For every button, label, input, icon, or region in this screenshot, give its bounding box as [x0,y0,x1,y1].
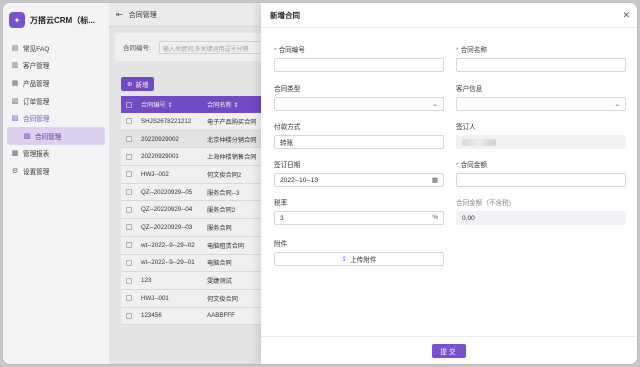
field-label: 附件 [274,241,288,248]
drawer-header: 新增合同 ✕ [261,3,637,28]
field-contract-no: * 合同编号 [274,44,444,72]
product-icon: ▦ [11,79,19,87]
field-amount-ex-tax: 合同金额（不含税) 0.00 [456,197,626,225]
field-contract-type: 合同类型 ⌄ [274,83,444,111]
contract-type-select[interactable]: ⌄ [274,97,444,111]
field-label: 合同金额 [460,162,487,169]
sign-date-value: 2022--10--13 [280,176,319,184]
blurred-name [462,138,496,146]
faq-icon: ▤ [11,44,19,52]
tax-rate-input[interactable]: 3 % [274,211,444,225]
sidebar-subitem-contract-management[interactable]: ▨ 合同管理 [7,126,105,145]
field-label: 合同金额（不含税) [456,200,511,207]
field-label: 合同编号 [278,47,305,54]
customer-info-select[interactable]: ⌄ [456,97,626,111]
chevron-down-icon: ⌄ [432,101,438,108]
field-attachment: 附件 ⇪ 上传附件 [274,238,444,266]
sidebar-item-label: 产品管理 [23,80,50,88]
order-icon: ▧ [11,97,19,105]
upload-icon: ⇪ [341,256,348,263]
field-contract-name: * 合同名称 [456,44,626,72]
sidebar-nav: ▤ 常见FAQ ▥ 客户管理 ▦ 产品管理 ▧ 订单管理 ▨ 合同管理 ▨ 合同… [3,39,109,180]
sidebar-item-label: 管理报表 [23,151,50,159]
settings-icon: ⚙ [11,167,19,175]
sidebar-item-products[interactable]: ▦ 产品管理 [3,74,109,92]
report-icon: ▩ [11,150,19,158]
close-icon[interactable]: ✕ [622,10,630,21]
sidebar: ✦ 万搭云CRM（标... ▤ 常见FAQ ▥ 客户管理 ▦ 产品管理 ▧ 订单… [3,3,109,364]
sidebar-item-label: 合同管理 [23,116,50,124]
sidebar-item-settings[interactable]: ⚙ 设置管理 [3,162,109,180]
contract-no-input[interactable] [274,58,444,72]
brand: ✦ 万搭云CRM（标... [9,11,95,29]
app-name: 万搭云CRM（标... [30,15,95,25]
customer-icon: ▥ [11,62,19,70]
field-tax-rate: 税率 3 % [274,197,444,225]
sign-date-picker[interactable]: 2022--10--13 ▦ [274,173,444,187]
app-window: ✦ 万搭云CRM（标... ▤ 常见FAQ ▥ 客户管理 ▦ 产品管理 ▧ 订单… [2,2,638,365]
submit-button[interactable]: 提交 [432,343,466,358]
payment-method-input[interactable]: 转账 [274,135,444,149]
drawer-footer: 提交 [261,336,637,364]
sidebar-item-label: 客户管理 [23,63,50,71]
sidebar-item-label: 常见FAQ [23,45,50,53]
contract-icon: ▨ [11,115,19,123]
field-label: 付款方式 [274,124,301,131]
field-label: 签订日期 [274,162,301,169]
amount-ex-tax-value: 0.00 [456,211,626,225]
sidebar-item-label: 合同管理 [35,133,62,141]
signer-input[interactable] [456,135,626,149]
sidebar-item-reports[interactable]: ▩ 管理报表 [3,145,109,163]
calendar-icon: ▦ [431,177,438,184]
app-logo-icon: ✦ [9,12,25,28]
chevron-down-icon: ⌄ [614,101,620,108]
upload-attachment-button[interactable]: ⇪ 上传附件 [274,252,444,266]
tax-rate-value: 3 [280,214,284,222]
sidebar-item-orders[interactable]: ▧ 订单管理 [3,92,109,110]
sidebar-item-faq[interactable]: ▤ 常见FAQ [3,39,109,57]
sidebar-item-customers[interactable]: ▥ 客户管理 [3,57,109,75]
field-label: 客户信息 [456,86,483,93]
field-label: 税率 [274,200,288,207]
drawer-title: 新增合同 [270,10,300,20]
sidebar-item-label: 设置管理 [23,168,50,176]
sidebar-item-label: 订单管理 [23,98,50,106]
contract-amount-input[interactable] [456,173,626,187]
field-payment-method: 付款方式 转账 [274,121,444,149]
field-label: 合同名称 [460,47,487,54]
new-contract-drawer: 新增合同 ✕ * 合同编号 * 合同名称 合同类型 ⌄ 客户信息 ⌄ 付款方式 … [261,3,637,364]
field-contract-amount: * 合同金额 [456,159,626,187]
upload-label: 上传附件 [350,257,377,264]
field-signer: 签订人 [456,121,626,149]
percent-suffix: % [432,214,438,221]
field-label: 合同类型 [274,86,301,93]
sidebar-item-contracts[interactable]: ▨ 合同管理 [3,109,109,127]
contract-sub-icon: ▨ [23,132,31,140]
field-customer-info: 客户信息 ⌄ [456,83,626,111]
field-label: 签订人 [456,124,476,131]
field-sign-date: 签订日期 2022--10--13 ▦ [274,159,444,187]
contract-name-input[interactable] [456,58,626,72]
